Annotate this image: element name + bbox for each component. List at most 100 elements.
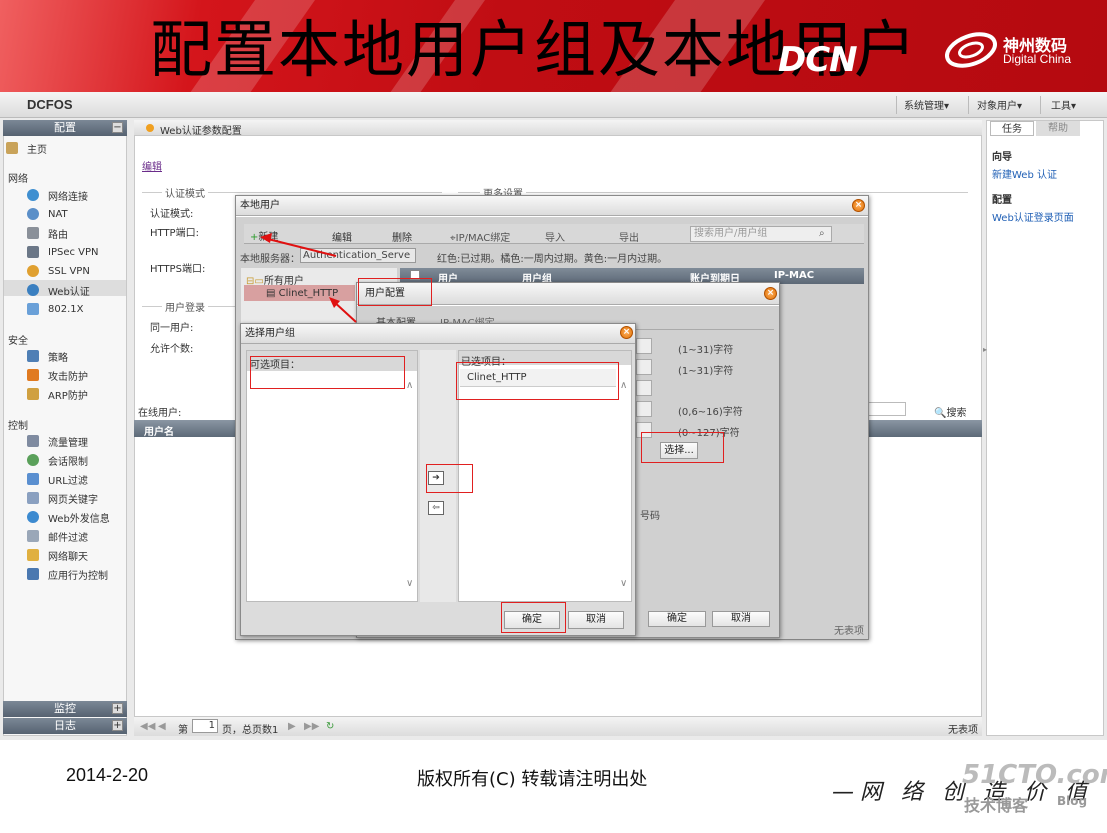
annotation-arrows <box>260 233 357 323</box>
tab-help[interactable]: 帮助 <box>1036 121 1080 136</box>
sidebar-item-url-filter[interactable]: URL过滤 <box>27 471 88 487</box>
sidebar-item-nat[interactable]: NAT <box>27 206 68 222</box>
column-ip-mac[interactable]: IP-MAC <box>774 270 814 281</box>
scroll-down-icon[interactable]: ∨ <box>406 578 413 589</box>
close-icon[interactable]: × <box>620 326 633 339</box>
sidebar-item-app-control[interactable]: 应用行为控制 <box>27 566 108 582</box>
scroll-up-icon[interactable]: ∧ <box>406 380 413 391</box>
fieldset-auth-mode: 认证模式 <box>162 185 208 200</box>
mail-icon <box>27 530 39 542</box>
ip-mac-bind-button[interactable]: ⌖IP/MAC绑定 <box>450 229 510 244</box>
local-user-status: 无表项 <box>834 626 864 637</box>
edit-link[interactable]: 编辑 <box>142 158 162 173</box>
sidebar-item-web-outbound[interactable]: Web外发信息 <box>27 509 110 525</box>
sidebar-item-attack-defense[interactable]: 攻击防护 <box>27 367 88 383</box>
vpn-icon <box>27 246 39 258</box>
app-name: DCFOS <box>27 97 73 112</box>
last-page-button[interactable]: ▶▶ <box>304 721 319 732</box>
sidebar-item-web-auth[interactable]: Web认证 <box>27 282 90 298</box>
column-username[interactable]: 用户名 <box>144 423 174 438</box>
page-suffix: 页，总页数1 <box>222 725 279 736</box>
sidebar-header-label: 配置 <box>54 121 76 134</box>
sidebar-section-monitor[interactable]: 监控 <box>3 701 127 717</box>
description-field[interactable] <box>636 401 652 417</box>
annotation-box-selected <box>456 362 619 400</box>
tab-tasks[interactable]: 任务 <box>990 121 1034 136</box>
password-hint: (1~31)字符 <box>678 366 734 377</box>
sidebar-item-8021x[interactable]: 802.1X <box>27 301 83 317</box>
sidebar-item-label: Web外发信息 <box>48 513 110 525</box>
close-icon[interactable]: × <box>764 287 777 300</box>
home-icon <box>6 142 18 154</box>
app-control-icon <box>27 568 39 580</box>
sidebar-item-label: 802.1X <box>48 303 84 315</box>
menu-system-management[interactable]: 系统管理▾ <box>904 97 949 112</box>
web-auth-icon <box>27 284 39 296</box>
sidebar-item-traffic[interactable]: 流量管理 <box>27 433 88 449</box>
sidebar-item-label: 策略 <box>48 352 68 364</box>
prev-page-button[interactable]: ◀ <box>158 721 166 732</box>
sidebar-section-log[interactable]: 日志 <box>3 718 127 734</box>
close-icon[interactable]: × <box>852 199 865 212</box>
password-field[interactable] <box>636 359 652 375</box>
user-config-cancel-button[interactable]: 取消 <box>712 611 770 627</box>
export-button[interactable]: 导出 <box>619 229 639 244</box>
menu-tools[interactable]: 工具▾ <box>1051 97 1076 112</box>
username-field[interactable] <box>636 338 652 354</box>
annotation-box-available <box>250 356 405 389</box>
sidebar-item-label: Web认证 <box>48 286 90 298</box>
arp-icon <box>27 388 39 400</box>
nat-icon <box>27 208 39 220</box>
pager-status: 无表项 <box>948 725 978 736</box>
next-page-button[interactable]: ▶ <box>288 721 296 732</box>
sidebar-item-policy[interactable]: 策略 <box>27 348 68 364</box>
sidebar-item-label: 网页关键字 <box>48 494 98 506</box>
search-button[interactable]: 🔍搜索 <box>934 404 966 419</box>
sidebar-item-arp-defense[interactable]: ARP防护 <box>27 386 88 402</box>
scroll-down-icon[interactable]: ∨ <box>620 578 627 589</box>
first-page-button[interactable]: ◀◀ <box>140 721 155 732</box>
new-web-auth-link[interactable]: 新建Web 认证 <box>992 166 1057 181</box>
annotation-box-choose <box>641 432 724 463</box>
confirm-password-field[interactable] <box>636 380 652 396</box>
expand-icon[interactable]: + <box>112 703 123 714</box>
sidebar-header-config[interactable]: 配置 <box>3 120 127 136</box>
fieldset-border <box>458 192 968 193</box>
search-icon[interactable]: ⌕ <box>819 228 825 239</box>
local-user-dialog-title: 本地用户 <box>236 196 868 216</box>
select-group-cancel-button[interactable]: 取消 <box>568 611 624 629</box>
menu-object-user[interactable]: 对象用户▾ <box>977 97 1022 112</box>
sidebar-item-session-limit[interactable]: 会话限制 <box>27 452 88 468</box>
sidebar-item-mail-filter[interactable]: 邮件过滤 <box>27 528 88 544</box>
sidebar-item-home[interactable]: 主页 <box>6 140 47 156</box>
sidebar-item-network-connection[interactable]: 网络连接 <box>27 187 88 203</box>
web-auth-login-page-link[interactable]: Web认证登录页面 <box>992 209 1074 224</box>
page-number-input[interactable]: 1 <box>192 719 218 733</box>
user-search-input[interactable]: 搜索用户/用户组 <box>690 226 832 242</box>
sidebar-item-ipsec-vpn[interactable]: IPSec VPN <box>27 244 99 260</box>
import-button[interactable]: 导入 <box>545 229 565 244</box>
sidebar-item-ssl-vpn[interactable]: SSL VPN <box>27 263 90 279</box>
remove-from-selected-icon[interactable]: ⇦ <box>428 501 444 515</box>
sidebar-item-im[interactable]: 网络聊天 <box>27 547 88 563</box>
footer-copyright: 版权所有(C) 转载请注明出处 <box>417 769 648 790</box>
sidebar-section-label: 日志 <box>54 719 76 732</box>
watermark-sub: 技术博客 <box>964 796 1029 815</box>
annotation-box-add-arrow <box>426 464 473 493</box>
panel-splitter-icon[interactable]: ▸ <box>983 345 987 354</box>
delete-button[interactable]: 删除 <box>392 229 412 244</box>
sidebar-item-label: 邮件过滤 <box>48 532 88 544</box>
sidebar-item-route[interactable]: 路由 <box>27 225 68 241</box>
user-config-ok-button[interactable]: 确定 <box>648 611 706 627</box>
watermark-blog: Blog <box>1057 794 1088 808</box>
topbar-separator <box>968 96 969 114</box>
tab-web-auth-config[interactable]: Web认证参数配置 <box>160 122 242 137</box>
expand-icon[interactable]: + <box>112 720 123 731</box>
https-port-label: HTTPS端口: <box>150 264 206 275</box>
collapse-icon[interactable]: − <box>112 122 123 133</box>
scroll-up-icon[interactable]: ∧ <box>620 380 627 391</box>
traffic-icon <box>27 435 39 447</box>
refresh-icon[interactable]: ↻ <box>326 721 334 732</box>
topbar-separator <box>896 96 897 114</box>
sidebar-item-web-keyword[interactable]: 网页关键字 <box>27 490 98 506</box>
